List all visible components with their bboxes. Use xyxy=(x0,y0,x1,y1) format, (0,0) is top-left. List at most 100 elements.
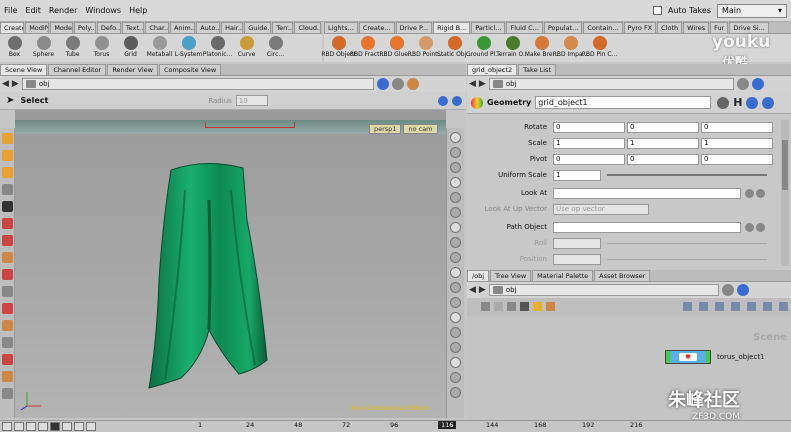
tool-icon[interactable] xyxy=(2,269,13,280)
display-option-icon[interactable] xyxy=(450,282,461,293)
shelf-tool[interactable]: RBD Fract... xyxy=(350,36,385,58)
menu-edit[interactable]: Edit xyxy=(25,6,41,15)
shelf-tool[interactable]: Torus xyxy=(87,36,116,58)
forward-arrow-icon[interactable]: ▶ xyxy=(12,79,19,89)
display-option-icon[interactable] xyxy=(450,342,461,353)
display-flag[interactable] xyxy=(666,351,670,363)
tab-composite-view[interactable]: Composite View xyxy=(158,64,222,75)
select-arrow-icon[interactable]: ➤ xyxy=(6,95,14,106)
display-option-icon[interactable] xyxy=(450,312,461,323)
shelf-tool[interactable]: RBD Object xyxy=(321,36,356,58)
tab-obj[interactable]: /obj xyxy=(467,270,490,281)
forward-arrow-icon[interactable]: ▶ xyxy=(479,285,486,295)
network-tool-icon[interactable] xyxy=(481,301,490,311)
display-option-icon[interactable] xyxy=(450,297,461,308)
tool-icon[interactable] xyxy=(2,184,13,195)
layout-icon[interactable] xyxy=(699,301,708,311)
uniform-scale-slider[interactable] xyxy=(607,174,767,176)
help-h-icon[interactable]: H xyxy=(733,96,742,109)
back-arrow-icon[interactable]: ◀ xyxy=(2,79,9,89)
layout-icon[interactable] xyxy=(731,301,740,311)
tool-icon[interactable] xyxy=(2,218,13,229)
display-option-icon[interactable] xyxy=(450,162,461,173)
roll-field[interactable] xyxy=(553,237,601,249)
tool-icon[interactable] xyxy=(2,371,13,382)
node-chooser-icon[interactable] xyxy=(745,188,754,198)
network-tool-icon[interactable] xyxy=(494,301,503,311)
tool-icon[interactable] xyxy=(2,150,13,161)
shelf-tool[interactable]: RBD Impa... xyxy=(553,36,588,58)
gear-icon[interactable] xyxy=(717,96,730,109)
display-option-icon[interactable] xyxy=(450,357,461,368)
look-at-field[interactable] xyxy=(553,187,741,199)
shelf-tab[interactable]: Lights... xyxy=(324,22,358,33)
tool-icon[interactable] xyxy=(2,337,13,348)
shelf-tool[interactable]: L-System xyxy=(174,36,203,58)
shelf-tab[interactable]: Terr... xyxy=(272,22,294,33)
tool-icon[interactable] xyxy=(2,133,13,144)
playback-button[interactable] xyxy=(50,422,60,431)
shelf-tool[interactable]: Ground Pl... xyxy=(466,36,501,58)
no-cam-menu[interactable]: no cam xyxy=(403,124,438,134)
back-arrow-icon[interactable]: ◀ xyxy=(469,79,476,89)
pin-icon[interactable] xyxy=(391,78,404,90)
shelf-tab[interactable]: Poly... xyxy=(73,22,96,33)
shelf-tab[interactable]: Pyro FX xyxy=(623,22,657,33)
shelf-tool[interactable]: Grid xyxy=(116,36,145,58)
playback-button[interactable] xyxy=(26,422,36,431)
shelf-tab[interactable]: Create... xyxy=(358,22,395,33)
playback-button[interactable] xyxy=(2,422,12,431)
network-tool-icon[interactable] xyxy=(520,301,529,311)
network-tool-icon[interactable] xyxy=(533,301,542,311)
playback-button[interactable] xyxy=(86,422,96,431)
shelf-tab[interactable]: Cloud... xyxy=(294,22,322,33)
playback-button[interactable] xyxy=(38,422,48,431)
shelf-tab[interactable]: Auto... xyxy=(196,22,221,33)
rotate-z-field[interactable]: 0 xyxy=(701,121,773,133)
jump-icon[interactable] xyxy=(756,188,765,198)
tool-icon[interactable] xyxy=(2,252,13,263)
jump-icon[interactable] xyxy=(756,222,765,232)
shelf-tool[interactable]: Tube xyxy=(58,36,87,58)
tool-icon[interactable] xyxy=(2,320,13,331)
playback-button[interactable] xyxy=(74,422,84,431)
network-editor[interactable]: Scene ● torus_object1 xyxy=(467,316,791,420)
shelf-tab[interactable]: Modify xyxy=(25,22,50,33)
render-flag[interactable] xyxy=(706,351,710,363)
cube-view-icon[interactable] xyxy=(376,78,389,90)
shelf-tab[interactable]: Cloth xyxy=(657,22,683,33)
display-options-icon[interactable] xyxy=(438,95,448,106)
tab-tree-view[interactable]: Tree View xyxy=(490,270,532,281)
display-option-icon[interactable] xyxy=(450,192,461,203)
tab-asset-browser[interactable]: Asset Browser xyxy=(594,270,651,281)
layout-icon[interactable] xyxy=(715,301,724,311)
node-chooser-icon[interactable] xyxy=(745,222,754,232)
tab-scene-view[interactable]: Scene View xyxy=(0,64,48,75)
shelf-tool[interactable]: Terrain O... xyxy=(496,36,529,58)
tool-icon[interactable] xyxy=(2,286,13,297)
display-option-icon[interactable] xyxy=(450,267,461,278)
tool-icon[interactable] xyxy=(2,354,13,365)
layout-icon[interactable] xyxy=(779,301,788,311)
node-name-field[interactable]: grid_object1 xyxy=(535,96,712,109)
pivot-y-field[interactable]: 0 xyxy=(627,153,699,165)
shelf-tool[interactable]: RBD Point... xyxy=(408,36,443,58)
info-icon[interactable] xyxy=(746,96,759,109)
tool-icon[interactable] xyxy=(2,201,13,212)
link-icon[interactable] xyxy=(736,284,749,296)
display-option-icon[interactable] xyxy=(450,252,461,263)
shelf-tool[interactable]: Sphere xyxy=(29,36,58,58)
position-slider[interactable] xyxy=(607,258,767,260)
torus-node[interactable]: ● xyxy=(665,350,711,364)
shelf-tool[interactable]: RBD Glue... xyxy=(379,36,414,58)
position-field[interactable] xyxy=(553,253,601,265)
pivot-x-field[interactable]: 0 xyxy=(553,153,625,165)
shelf-tab[interactable]: Defo... xyxy=(96,22,121,33)
back-arrow-icon[interactable]: ◀ xyxy=(469,285,476,295)
shelf-tab[interactable]: Rigid B... xyxy=(433,22,471,33)
uniform-scale-field[interactable]: 1 xyxy=(553,169,601,181)
path-object-field[interactable] xyxy=(553,221,741,233)
network-path-field[interactable]: obj xyxy=(488,284,719,296)
menu-render[interactable]: Render xyxy=(49,6,77,15)
3d-viewport[interactable]: persp1 no cam Non-Commercial Edition xyxy=(15,110,446,418)
